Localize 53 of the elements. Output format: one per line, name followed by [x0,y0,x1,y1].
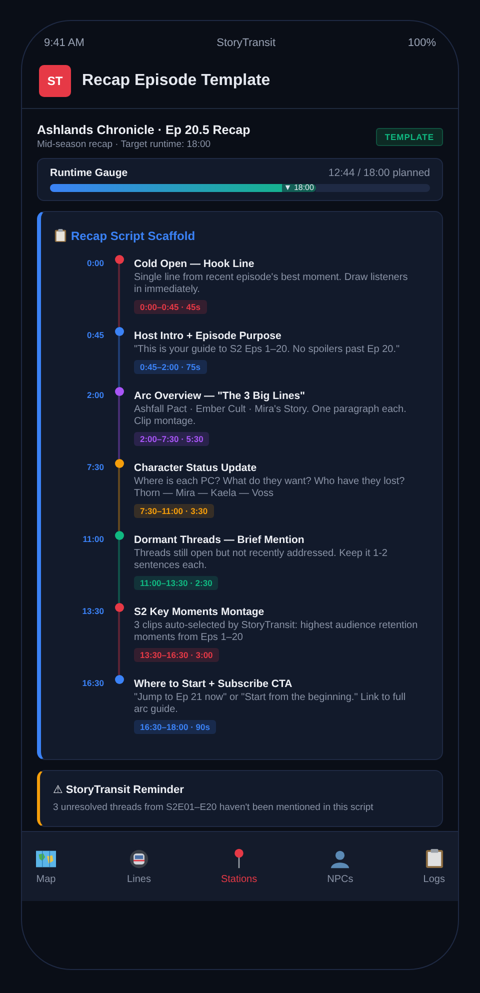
segment-description: "This is your guide to S2 Eps 1–20. No spoilers past Ep 20." [134,344,400,356]
page-title: Recap Episode Template [82,72,270,90]
battery-level: 100% [408,37,436,49]
segment-description: 3 clips auto-selected by StoryTransit: highest audience retention moments from Eps 1–20 [134,620,418,644]
segment-title: Host Intro + Episode Purpose [134,330,282,342]
episode-title: Ashlands Chronicle · Ep 20.5 Recap [37,123,250,137]
time-range-tag: 0:45–2:00 · 75s [134,360,206,374]
train-icon [128,848,149,868]
target-marker: ▼ 18:00 [282,183,316,193]
status-time: 9:41 AM [44,37,84,49]
nav-tab[interactable]: Map [27,832,65,901]
clipboard-icon [424,848,444,869]
segment-time: 13:30 [81,605,104,618]
segment-time: 11:00 [82,533,104,546]
segment-description: Threads still open but not recently addressed. Keep it 1-2 sentences each. [134,548,388,572]
segment-description: Ashfall Pact · Ember Cult · Mira's Story. One paragraph each. Clip montage. [134,404,408,428]
time-range-tag: 0:00–0:45 · 45s [134,300,206,314]
person-icon [329,848,352,868]
reminder-text: 3 unresolved threads from S2E01–E20 haven't been mentioned in this script [53,802,374,814]
segment-time: 0:00 [86,257,104,270]
nav-tab[interactable]: Logs [415,832,453,901]
segment-description: Single line from recent episode's best moment. Draw listeners in immediately. [134,272,409,296]
clipboard-icon [54,228,67,243]
segment-time: 2:00 [86,389,104,402]
time-range-tag: 16:30–18:00 · 90s [134,720,216,734]
template-badge: TEMPLATE [376,128,443,146]
nav-tab[interactable]: Lines [119,832,159,901]
segment-description: "Jump to Ep 21 now" or "Start from the beginning." Link to full arc guide. [134,692,407,716]
segment-title: Cold Open — Hook Line [134,258,254,270]
time-range-tag: 7:30–11:00 · 3:30 [134,504,214,518]
segment-description: Where is each PC? What do they want? Who have they lost? Thorn — Mira — Kaela — Voss [134,476,406,500]
segment-title: Arc Overview — "The 3 Big Lines" [134,390,306,402]
app-logo: ST [39,65,71,97]
gauge-label: Runtime Gauge [50,167,128,179]
nav-tab[interactable]: NPCs [319,832,362,901]
segment-time: 16:30 [81,677,104,690]
gauge-reading: 12:44 / 18:00 planned [328,167,430,179]
pin-icon [232,848,246,869]
segment-title: Where to Start + Subscribe CTA [134,678,292,690]
map-icon [35,848,57,868]
nav-tab[interactable]: Stations [212,832,266,901]
segment-title: Dormant Threads — Brief Mention [134,534,304,546]
segment-title: S2 Key Moments Montage [134,606,264,618]
status-app-name: StoryTransit [216,37,276,49]
reminder-title: ⚠ StoryTransit Reminder [53,783,185,796]
time-range-tag: 13:30–16:30 · 3:00 [134,648,219,662]
segment-title: Character Status Update [134,462,257,474]
segment-time: 0:45 [86,329,104,342]
section-title: Recap Script Scaffold [71,228,196,242]
segment-time: 7:30 [86,461,104,474]
time-range-tag: 11:00–13:30 · 2:30 [134,576,218,590]
episode-subtitle: Mid-season recap · Target runtime: 18:00 [37,139,212,150]
time-range-tag: 2:00–7:30 · 5:30 [134,432,210,446]
